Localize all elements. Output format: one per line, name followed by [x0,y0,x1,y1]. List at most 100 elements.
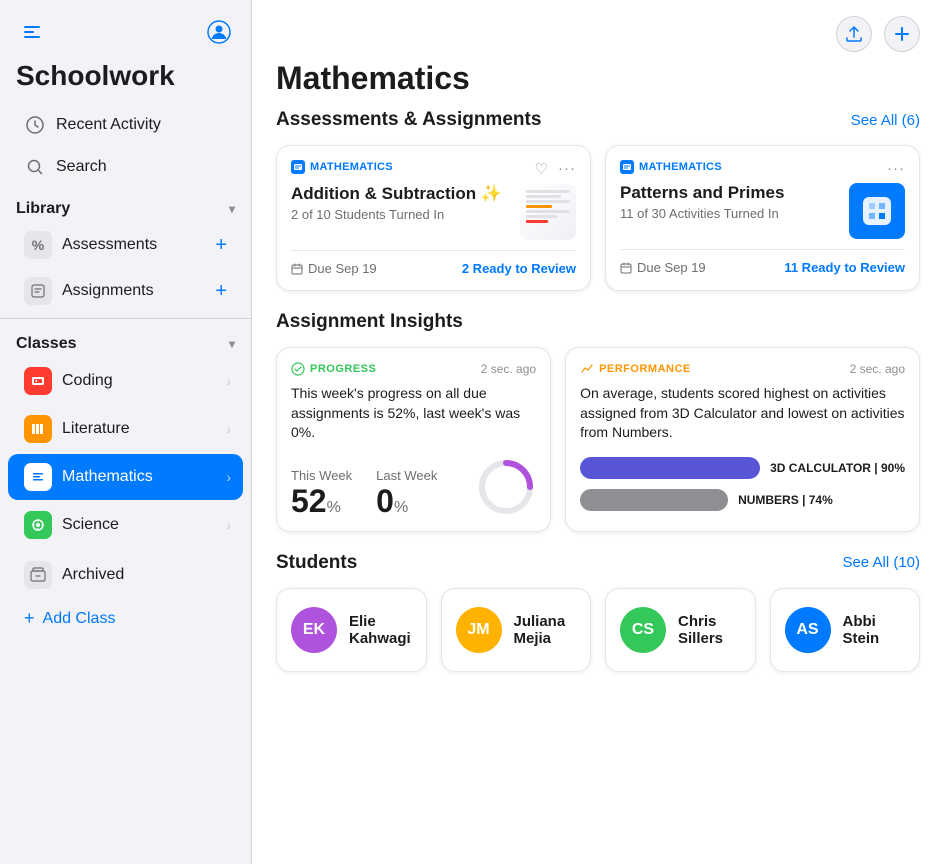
card2-badge-icon [620,160,634,174]
performance-insight-header: PERFORMANCE 2 sec. ago [580,362,905,376]
add-assessment-button[interactable]: + [215,234,227,257]
add-class-label: Add Class [43,610,116,628]
sidebar-item-archived[interactable]: Archived [8,553,243,597]
card2-title: Patterns and Primes [620,183,784,203]
this-week-label: This Week [291,468,352,483]
classes-chevron-icon[interactable]: ▾ [229,337,235,351]
main-content: Mathematics Assessments & Assignments Se… [252,0,944,864]
this-week-value: 52% [291,485,352,517]
card2-badge-text: MATHEMATICS [639,161,722,173]
card1-due-text: Due Sep 19 [308,261,377,276]
assessments-see-all-link[interactable]: See All (6) [851,112,920,129]
add-assignment-button[interactable]: + [215,280,227,303]
assignment-cards-row: MATHEMATICS ♡ ··· Addition & Subtraction… [276,145,920,291]
student-name-ek: Elie Kahwagi [349,613,412,647]
performance-badge: PERFORMANCE [580,362,691,376]
archived-icon [24,561,52,589]
add-class-button[interactable]: + Add Class [8,599,243,638]
progress-badge-text: PROGRESS [310,363,376,375]
insights-section-header: Assignment Insights [276,311,920,333]
sidebar-item-search[interactable]: Search [8,147,243,187]
app-title: Schoolwork [0,56,251,104]
student-card-jm[interactable]: JM Juliana Mejia [441,588,592,672]
card-badge-icon [291,160,305,174]
heart-icon[interactable]: ♡ [535,160,548,178]
sidebar-item-assessments[interactable]: % Assessments + [8,223,243,267]
perf-label-numbers: NUMBERS | 74% [738,493,833,507]
card1-title: Addition & Subtraction ✨ [291,184,502,204]
perf-bar-row-2: NUMBERS | 74% [580,489,905,511]
main-header [252,0,944,60]
perf-label-3d: 3D CALCULATOR | 90% [770,461,905,475]
library-chevron-icon[interactable]: ▾ [229,202,235,216]
library-section-header: Library ▾ [0,188,251,222]
sidebar-top [0,0,251,56]
science-class-icon [24,511,52,539]
card2-subtitle: 11 of 30 Activities Turned In [620,206,784,221]
sidebar-item-mathematics[interactable]: Mathematics › [8,454,243,500]
sidebar-item-assignments[interactable]: Assignments + [8,269,243,313]
donut-chart [476,457,536,517]
archived-label: Archived [62,566,124,584]
assignment-card-addition[interactable]: MATHEMATICS ♡ ··· Addition & Subtraction… [276,145,591,291]
divider [0,318,251,319]
coding-class-icon [24,367,52,395]
search-label: Search [56,158,107,176]
add-button[interactable] [884,16,920,52]
sidebar-item-recent-activity[interactable]: Recent Activity [8,105,243,145]
student-card-ek[interactable]: EK Elie Kahwagi [276,588,427,672]
sidebar-item-science[interactable]: Science › [8,502,243,548]
students-see-all-link[interactable]: See All (10) [842,554,920,571]
classes-title: Classes [16,335,77,353]
assignments-label: Assignments [62,282,154,300]
perf-bar-numbers [580,489,728,511]
student-name-cs: Chris Sillers [678,613,741,647]
sidebar-item-coding[interactable]: Coding › [8,358,243,404]
card1-thumbnail [520,184,576,240]
recent-activity-icon [24,114,46,136]
performance-badge-text: PERFORMANCE [599,363,691,375]
avatar-jm: JM [456,607,502,653]
progress-insight-header: PROGRESS 2 sec. ago [291,362,536,376]
performance-insight-card[interactable]: PERFORMANCE 2 sec. ago On average, stude… [565,347,920,532]
perf-bar-3d-calculator [580,457,760,479]
library-title: Library [16,200,70,218]
recent-activity-label: Recent Activity [56,116,161,134]
page-title: Mathematics [252,60,944,109]
assessments-icon: % [24,231,52,259]
student-card-as[interactable]: AS Abbi Stein [770,588,921,672]
last-week-value: 0% [376,485,437,517]
performance-bars: 3D CALCULATOR | 90% NUMBERS | 74% [580,457,905,511]
coding-chevron-icon: › [226,373,231,389]
students-section-header: Students See All (10) [276,552,920,574]
card2-footer: Due Sep 19 11 Ready to Review [620,249,905,275]
more-icon[interactable]: ··· [558,160,576,178]
card1-review-text: 2 Ready to Review [462,261,576,276]
sidebar: Schoolwork Recent Activity Search Librar… [0,0,252,864]
more-icon2[interactable]: ··· [887,160,905,177]
sidebar-toggle-button[interactable] [16,16,48,48]
student-name-as: Abbi Stein [843,613,906,647]
literature-label: Literature [62,420,130,438]
export-button[interactable] [836,16,872,52]
card1-due: Due Sep 19 [291,261,377,276]
progress-stats: This Week 52% Last Week 0% [291,457,536,517]
science-label: Science [62,516,119,534]
sidebar-item-literature[interactable]: Literature › [8,406,243,452]
progress-insight-card[interactable]: PROGRESS 2 sec. ago This week's progress… [276,347,551,532]
insights-section-title: Assignment Insights [276,311,463,333]
card2-actions: ··· [887,160,905,177]
this-week-stat: This Week 52% [291,468,352,517]
card-badge: MATHEMATICS [291,160,393,174]
perf-bar-row-1: 3D CALCULATOR | 90% [580,457,905,479]
assignment-card-patterns[interactable]: MATHEMATICS ··· Patterns and Primes 11 o… [605,145,920,291]
literature-chevron-icon: › [226,421,231,437]
last-week-stat: Last Week 0% [376,468,437,517]
assessments-section-header: Assessments & Assignments See All (6) [276,109,920,131]
mathematics-class-icon [24,463,52,491]
progress-badge: PROGRESS [291,362,376,376]
profile-button[interactable] [203,16,235,48]
mathematics-label: Mathematics [62,468,153,486]
progress-time: 2 sec. ago [481,362,536,376]
student-card-cs[interactable]: CS Chris Sillers [605,588,756,672]
